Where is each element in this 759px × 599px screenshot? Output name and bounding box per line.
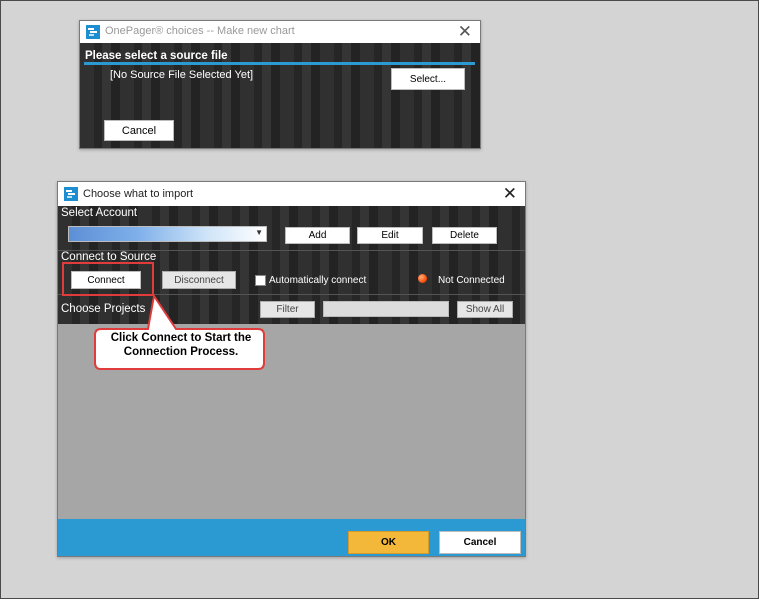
account-dropdown[interactable]: ▼: [68, 226, 267, 242]
dialog-title: OnePager® choices -- Make new chart: [105, 25, 295, 37]
filter-input[interactable]: [323, 301, 449, 317]
callout-text: Click Connect to Start the Connection Pr…: [96, 331, 266, 359]
auto-connect-label: Automatically connect: [269, 275, 367, 286]
chevron-down-icon: ▼: [255, 228, 263, 237]
select-account-label: Select Account: [61, 207, 138, 219]
connect-highlight-box: [62, 262, 154, 296]
dialog-footer: OK Cancel: [58, 519, 525, 556]
connection-status: Not Connected: [438, 275, 505, 286]
disconnect-button[interactable]: Disconnect: [162, 271, 236, 289]
select-file-button[interactable]: Select...: [391, 68, 465, 90]
import-dialog: Choose what to import ✕ Select Account ▼…: [57, 181, 526, 557]
callout-line-2: Connection Process.: [123, 346, 239, 358]
onepager-app-icon: [64, 187, 78, 201]
filter-button[interactable]: Filter: [260, 301, 315, 318]
source-file-dialog: OnePager® choices -- Make new chart ✕ Pl…: [79, 20, 481, 149]
heading-underline: [84, 62, 475, 65]
select-source-heading: Please select a source file: [85, 50, 228, 62]
edit-account-button[interactable]: Edit: [357, 227, 423, 244]
choose-projects-label: Choose Projects: [61, 303, 146, 315]
close-icon[interactable]: ✕: [458, 22, 472, 42]
status-dot-icon: [418, 274, 427, 283]
source-file-status: [No Source File Selected Yet]: [110, 69, 254, 81]
add-account-button[interactable]: Add: [285, 227, 350, 244]
onepager-app-icon: [86, 25, 100, 39]
ok-button[interactable]: OK: [348, 531, 429, 554]
show-all-button[interactable]: Show All: [457, 301, 513, 318]
callout-line-1: Click Connect to Start the: [110, 332, 252, 344]
dialog-title: Choose what to import: [83, 188, 194, 200]
cancel-button[interactable]: Cancel: [439, 531, 521, 554]
auto-connect-checkbox[interactable]: [255, 275, 266, 286]
dialog-body: Please select a source file [No Source F…: [80, 43, 480, 148]
delete-account-button[interactable]: Delete: [432, 227, 497, 244]
close-icon[interactable]: ✕: [503, 184, 517, 204]
dialog-titlebar: OnePager® choices -- Make new chart ✕: [80, 21, 480, 43]
dialog-titlebar: Choose what to import ✕: [58, 182, 525, 206]
cancel-button[interactable]: Cancel: [104, 120, 174, 141]
